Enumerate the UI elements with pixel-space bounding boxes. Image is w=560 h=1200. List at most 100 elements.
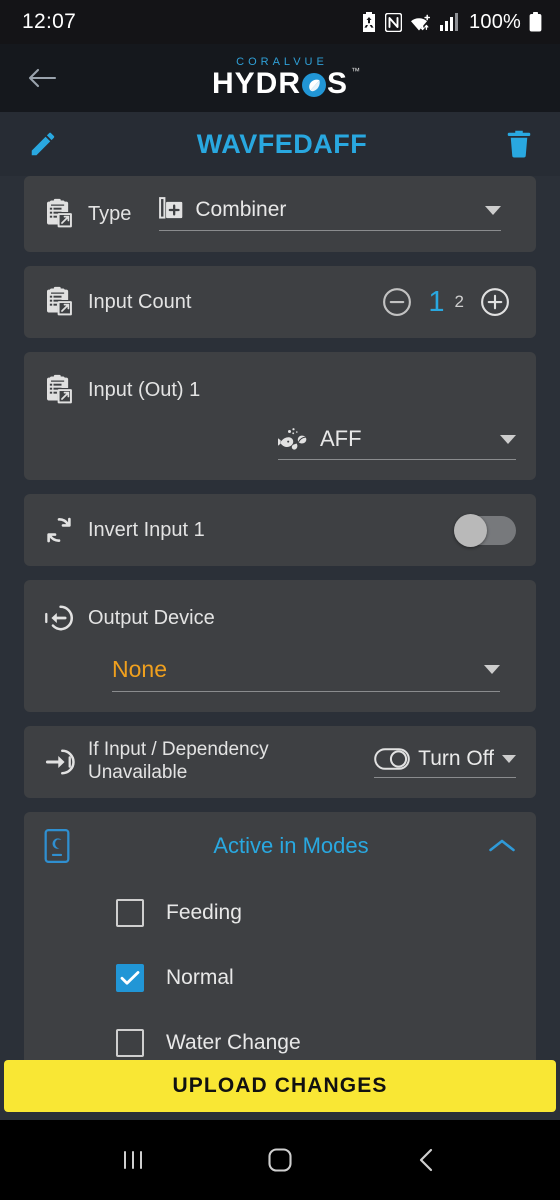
chevron-down-icon	[502, 754, 516, 763]
dependency-label: If Input / Dependency Unavailable	[88, 739, 269, 785]
input-out-select-wrap: AFF	[44, 426, 516, 460]
checkmark-icon	[120, 970, 140, 985]
upload-changes-button[interactable]: UPLOAD CHANGES	[4, 1060, 556, 1112]
app-screen: 12:07 100% CORALVUE HYDR S ™ WAVFEDAFF T…	[0, 0, 560, 1200]
fish-bubbles-icon	[278, 428, 307, 450]
invert-row-icon-wrap	[44, 515, 88, 545]
toggle-outline-icon	[374, 747, 410, 770]
nav-back-button[interactable]	[397, 1130, 457, 1190]
type-value: Combiner	[195, 198, 287, 221]
active-modes-title: Active in Modes	[213, 833, 369, 858]
mode-checkbox-normal[interactable]	[116, 963, 144, 992]
page-title: WAVFEDAFF	[196, 128, 368, 159]
mode-checkbox-feeding[interactable]	[116, 898, 144, 927]
output-device-label: Output Device	[88, 606, 215, 629]
active-modes-card: Active in Modes Feeding Normal Water Cha…	[24, 812, 536, 1075]
output-row-icon-wrap	[44, 604, 88, 632]
back-button[interactable]	[20, 56, 64, 100]
status-bar-icons: 100%	[361, 11, 542, 34]
edit-name-button[interactable]	[28, 129, 58, 159]
mode-label-feeding: Feeding	[166, 900, 242, 924]
status-bar: 12:07 100%	[0, 0, 560, 44]
chevron-up-icon	[489, 839, 515, 852]
input-out-row-icon-wrap	[44, 374, 88, 406]
mode-row-feeding[interactable]: Feeding	[44, 880, 516, 945]
mode-checkbox-water-change[interactable]	[116, 1028, 144, 1057]
chevron-down-icon	[500, 434, 516, 444]
input-out-header-row: Input (Out) 1	[44, 368, 516, 412]
nfc-icon	[385, 12, 403, 32]
increment-input-count-button[interactable]	[474, 281, 516, 323]
dependency-card: If Input / Dependency Unavailable Turn O…	[24, 726, 536, 798]
type-label: Type	[88, 202, 132, 225]
home-button[interactable]	[250, 1130, 310, 1190]
dependency-label-line1: If Input / Dependency	[88, 739, 269, 761]
type-select[interactable]: Combiner	[159, 197, 502, 231]
output-device-header-row: Output Device	[44, 596, 516, 640]
delete-button[interactable]	[506, 129, 532, 159]
page-title-bar: WAVFEDAFF	[0, 112, 560, 176]
settings-content: Type Combiner Input Count 1 2 Input (Out…	[0, 176, 560, 1200]
input-out-select[interactable]: AFF	[278, 426, 516, 460]
mode-row-normal[interactable]: Normal	[44, 945, 516, 1010]
upload-bar: UPLOAD CHANGES	[0, 1060, 560, 1120]
back-chevron-icon	[419, 1148, 432, 1172]
chevron-down-icon	[485, 205, 502, 215]
brand-hydros-text-right: S	[327, 67, 349, 100]
recents-icon	[124, 1151, 143, 1169]
input-out-label: Input (Out) 1	[88, 378, 201, 401]
input-count-row-icon-wrap	[44, 286, 88, 318]
plus-circle-icon	[481, 288, 509, 316]
modes-row-icon-wrap	[44, 829, 88, 863]
status-bar-time: 12:07	[22, 10, 77, 33]
combiner-add-icon	[159, 197, 183, 219]
invert-input-toggle[interactable]	[454, 513, 516, 547]
battery-saver-icon	[361, 12, 377, 32]
invert-refresh-icon	[47, 517, 71, 543]
home-icon	[268, 1148, 292, 1172]
trademark-symbol: ™	[351, 66, 362, 76]
pencil-icon	[31, 132, 55, 156]
trash-icon	[507, 130, 531, 158]
output-device-card: Output Device None	[24, 580, 536, 712]
app-brand-header: CORALVUE HYDR S ™	[0, 44, 560, 112]
output-device-select[interactable]: None	[112, 656, 500, 692]
battery-percent-label: 100%	[469, 10, 521, 33]
collapse-modes-button[interactable]	[488, 837, 516, 855]
input-arrow-icon	[45, 749, 75, 775]
clipboard-edit-icon	[47, 374, 72, 404]
output-device-value: None	[112, 656, 167, 682]
brand-hydros-label: HYDR S ™	[211, 67, 360, 100]
dependency-row-icon-wrap	[44, 748, 88, 776]
invert-input-card: Invert Input 1	[24, 494, 536, 566]
mode-label-normal: Normal	[166, 965, 234, 989]
hydros-logo: CORALVUE HYDR S ™	[211, 57, 360, 100]
hydros-leaf-icon	[302, 73, 326, 97]
mode-label-water-change: Water Change	[166, 1030, 301, 1054]
battery-icon	[529, 12, 542, 32]
minus-circle-icon	[383, 288, 412, 316]
input-count-current: 1	[428, 285, 445, 318]
input-count-stepper: 1 2	[376, 281, 516, 323]
android-nav-bar	[0, 1120, 560, 1200]
device-mode-icon	[44, 829, 70, 863]
decrement-input-count-button[interactable]	[376, 281, 418, 323]
input-out-card: Input (Out) 1 AFF	[24, 352, 536, 480]
toggle-knob	[454, 513, 487, 547]
input-count-label: Input Count	[88, 290, 192, 313]
clipboard-edit-icon	[47, 286, 72, 316]
recents-button[interactable]	[103, 1130, 163, 1190]
dependency-label-line2: Unavailable	[88, 762, 188, 783]
cellular-signal-icon	[440, 13, 459, 31]
type-row-icon-wrap	[44, 198, 88, 230]
dependency-value: Turn Off	[418, 746, 494, 770]
input-count-card: Input Count 1 2	[24, 266, 536, 338]
clipboard-edit-icon	[47, 198, 72, 228]
dependency-select[interactable]: Turn Off	[374, 747, 516, 778]
invert-input-label: Invert Input 1	[88, 518, 205, 541]
input-count-total: 2	[454, 292, 464, 311]
active-modes-header[interactable]: Active in Modes	[44, 812, 516, 880]
output-arrow-icon	[45, 605, 73, 631]
brand-hydros-text-left: HYDR	[211, 67, 301, 100]
chevron-down-icon	[484, 665, 500, 674]
